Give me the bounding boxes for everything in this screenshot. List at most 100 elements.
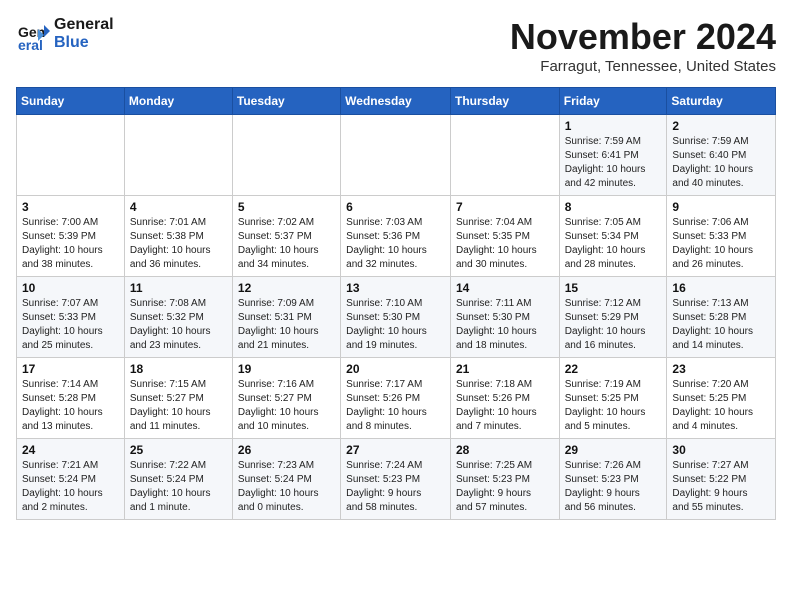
week-row-4: 17 Sunrise: 7:14 AM Sunset: 5:28 PM Dayli… [17,358,776,439]
day-cell: 22Sunrise: 7:19 AM Sunset: 5:25 PM Dayli… [559,358,667,439]
day-cell: 20 Sunrise: 7:17 AM Sunset: 5:26 PM Dayli… [341,358,451,439]
day-info: Sunrise: 7:06 AM Sunset: 5:33 PM Dayligh… [672,216,770,272]
day-cell: 2 Sunrise: 7:59 AM Sunset: 6:40 PM Daylig… [667,115,776,196]
day-info: Sunrise: 7:23 AM Sunset: 5:24 PM Dayligh… [238,459,335,515]
day-cell: 15 Sunrise: 7:12 AM Sunset: 5:29 PM Dayli… [559,277,667,358]
day-number: 30 [672,443,770,457]
day-number: 20 [346,362,445,376]
day-number: 23 [672,362,770,376]
logo: Gen eral General Blue [16,16,114,51]
day-number: 6 [346,200,445,214]
day-cell: 30Sunrise: 7:27 AM Sunset: 5:22 PM Dayli… [667,439,776,520]
day-cell: 4 Sunrise: 7:01 AM Sunset: 5:38 PM Daylig… [124,196,232,277]
day-cell [232,115,340,196]
day-number: 10 [22,281,119,295]
day-info: Sunrise: 7:03 AM Sunset: 5:36 PM Dayligh… [346,216,445,272]
day-cell [124,115,232,196]
day-info: Sunrise: 7:17 AM Sunset: 5:26 PM Dayligh… [346,378,445,434]
day-number: 3 [22,200,119,214]
day-info: Sunrise: 7:13 AM Sunset: 5:28 PM Dayligh… [672,297,770,353]
day-info: Sunrise: 7:00 AM Sunset: 5:39 PM Dayligh… [22,216,119,272]
day-cell: 25Sunrise: 7:22 AM Sunset: 5:24 PM Dayli… [124,439,232,520]
day-cell: 11Sunrise: 7:08 AM Sunset: 5:32 PM Dayli… [124,277,232,358]
day-info: Sunrise: 7:01 AM Sunset: 5:38 PM Dayligh… [130,216,227,272]
week-row-2: 3 Sunrise: 7:00 AM Sunset: 5:39 PM Daylig… [17,196,776,277]
day-cell: 12 Sunrise: 7:09 AM Sunset: 5:31 PM Dayli… [232,277,340,358]
day-cell: 14 Sunrise: 7:11 AM Sunset: 5:30 PM Dayli… [450,277,559,358]
week-row-1: 1 Sunrise: 7:59 AM Sunset: 6:41 PM Daylig… [17,115,776,196]
day-number: 29 [565,443,662,457]
day-number: 5 [238,200,335,214]
day-cell: 3 Sunrise: 7:00 AM Sunset: 5:39 PM Daylig… [17,196,125,277]
day-cell: 18 Sunrise: 7:15 AM Sunset: 5:27 PM Dayli… [124,358,232,439]
day-number: 18 [130,362,227,376]
header-wednesday: Wednesday [341,88,451,115]
day-number: 12 [238,281,335,295]
logo-part2: Blue [54,34,114,52]
day-info: Sunrise: 7:25 AM Sunset: 5:23 PM Dayligh… [456,459,554,515]
day-info: Sunrise: 7:14 AM Sunset: 5:28 PM Dayligh… [22,378,119,434]
day-info: Sunrise: 7:24 AM Sunset: 5:23 PM Dayligh… [346,459,445,515]
title-block: November 2024 Farragut, Tennessee, Unite… [510,16,776,75]
day-cell: 6 Sunrise: 7:03 AM Sunset: 5:36 PM Daylig… [341,196,451,277]
day-info: Sunrise: 7:10 AM Sunset: 5:30 PM Dayligh… [346,297,445,353]
day-info: Sunrise: 7:21 AM Sunset: 5:24 PM Dayligh… [22,459,119,515]
day-number: 25 [130,443,227,457]
day-number: 16 [672,281,770,295]
header-friday: Friday [559,88,667,115]
day-number: 14 [456,281,554,295]
day-number: 15 [565,281,662,295]
day-number: 2 [672,119,770,133]
day-cell: 13Sunrise: 7:10 AM Sunset: 5:30 PM Dayli… [341,277,451,358]
day-cell: 28 Sunrise: 7:25 AM Sunset: 5:23 PM Dayli… [450,439,559,520]
logo-part1: General [54,16,114,34]
header-sunday: Sunday [17,88,125,115]
day-info: Sunrise: 7:11 AM Sunset: 5:30 PM Dayligh… [456,297,554,353]
day-info: Sunrise: 7:12 AM Sunset: 5:29 PM Dayligh… [565,297,662,353]
day-info: Sunrise: 7:18 AM Sunset: 5:26 PM Dayligh… [456,378,554,434]
month-title: November 2024 [510,16,776,58]
page-header: Gen eral General Blue November 2024 Farr… [16,16,776,75]
day-number: 1 [565,119,662,133]
header-saturday: Saturday [667,88,776,115]
day-info: Sunrise: 7:04 AM Sunset: 5:35 PM Dayligh… [456,216,554,272]
day-cell: 9 Sunrise: 7:06 AM Sunset: 5:33 PM Daylig… [667,196,776,277]
day-number: 26 [238,443,335,457]
day-number: 9 [672,200,770,214]
header-monday: Monday [124,88,232,115]
day-number: 22 [565,362,662,376]
day-cell: 21 Sunrise: 7:18 AM Sunset: 5:26 PM Dayli… [450,358,559,439]
header-thursday: Thursday [450,88,559,115]
header-tuesday: Tuesday [232,88,340,115]
day-number: 4 [130,200,227,214]
calendar-table: Sunday Monday Tuesday Wednesday Thursday… [16,87,776,520]
day-number: 21 [456,362,554,376]
day-cell [17,115,125,196]
day-number: 24 [22,443,119,457]
day-cell [450,115,559,196]
day-cell: 26 Sunrise: 7:23 AM Sunset: 5:24 PM Dayli… [232,439,340,520]
week-row-3: 10 Sunrise: 7:07 AM Sunset: 5:33 PM Dayli… [17,277,776,358]
header-row: Sunday Monday Tuesday Wednesday Thursday… [17,88,776,115]
day-info: Sunrise: 7:09 AM Sunset: 5:31 PM Dayligh… [238,297,335,353]
day-number: 17 [22,362,119,376]
day-number: 28 [456,443,554,457]
day-number: 8 [565,200,662,214]
day-number: 7 [456,200,554,214]
day-cell [341,115,451,196]
day-cell: 5Sunrise: 7:02 AM Sunset: 5:37 PM Daylig… [232,196,340,277]
day-info: Sunrise: 7:15 AM Sunset: 5:27 PM Dayligh… [130,378,227,434]
day-cell: 23 Sunrise: 7:20 AM Sunset: 5:25 PM Dayli… [667,358,776,439]
day-info: Sunrise: 7:16 AM Sunset: 5:27 PM Dayligh… [238,378,335,434]
day-cell: 19 Sunrise: 7:16 AM Sunset: 5:27 PM Dayli… [232,358,340,439]
day-info: Sunrise: 7:07 AM Sunset: 5:33 PM Dayligh… [22,297,119,353]
location: Farragut, Tennessee, United States [510,58,776,75]
day-number: 19 [238,362,335,376]
day-cell: 17 Sunrise: 7:14 AM Sunset: 5:28 PM Dayli… [17,358,125,439]
day-info: Sunrise: 7:59 AM Sunset: 6:40 PM Dayligh… [672,135,770,191]
day-info: Sunrise: 7:05 AM Sunset: 5:34 PM Dayligh… [565,216,662,272]
day-info: Sunrise: 7:59 AM Sunset: 6:41 PM Dayligh… [565,135,662,191]
day-cell: 1 Sunrise: 7:59 AM Sunset: 6:41 PM Daylig… [559,115,667,196]
day-info: Sunrise: 7:20 AM Sunset: 5:25 PM Dayligh… [672,378,770,434]
day-cell: 27Sunrise: 7:24 AM Sunset: 5:23 PM Dayli… [341,439,451,520]
